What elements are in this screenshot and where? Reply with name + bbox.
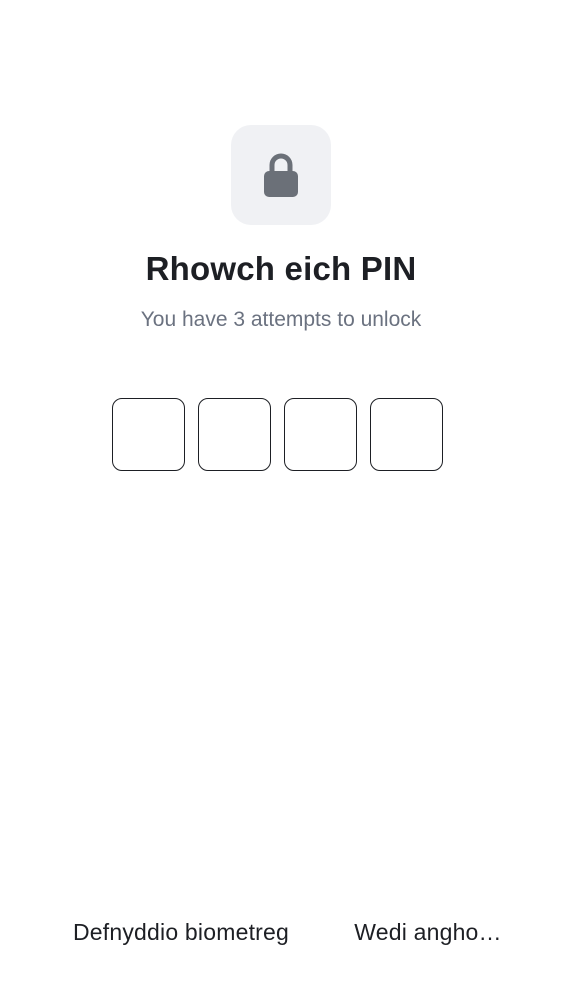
forgot-pin-button[interactable]: Wedi angho… [348, 915, 508, 949]
page-title: Rhowch eich PIN [145, 250, 417, 287]
lock-icon [264, 153, 298, 197]
pin-unlock-screen: Rhowch eich PIN You have 3 attempts to u… [0, 0, 562, 1000]
lock-icon-tile [231, 125, 331, 225]
use-biometrics-button[interactable]: Defnyddio biometreg [56, 915, 306, 949]
pin-digit-1[interactable] [112, 398, 185, 471]
pin-digit-3[interactable] [284, 398, 357, 471]
attempts-remaining-text: You have 3 attempts to unlock [140, 308, 422, 331]
pin-digit-2[interactable] [198, 398, 271, 471]
pin-digit-4[interactable] [370, 398, 443, 471]
pin-input-group [112, 398, 443, 471]
